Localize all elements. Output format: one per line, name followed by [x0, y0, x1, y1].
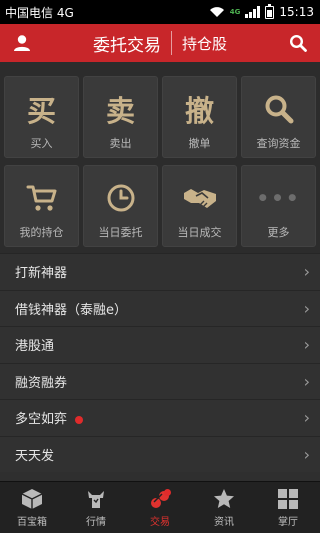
network-type-label: 4G: [229, 8, 241, 16]
cancel-order-tile[interactable]: 撤 撤单: [162, 76, 237, 158]
tab-holdings[interactable]: 持仓股: [172, 33, 227, 54]
box-icon: [21, 488, 43, 509]
chevron-right-icon: ›: [303, 298, 310, 318]
list-item-ipo-tool[interactable]: 打新神器 ›: [0, 253, 320, 290]
wifi-icon: [209, 7, 224, 17]
more-label: 更多: [267, 226, 290, 239]
search-icon: [289, 34, 307, 52]
list-item-margin-trading[interactable]: 融资融券 ›: [0, 362, 320, 400]
today-deals-label: 当日成交: [177, 226, 222, 239]
new-dot-badge: [75, 415, 84, 424]
bull-icon: [88, 490, 104, 508]
user-button[interactable]: [0, 24, 44, 62]
battery-icon: [265, 3, 275, 19]
status-bar: 中国电信 4G 4G 15:13: [0, 0, 320, 24]
today-deals-tile[interactable]: 当日成交: [162, 165, 237, 247]
tab-hall[interactable]: 掌厅: [256, 482, 320, 533]
today-orders-tile[interactable]: 当日委托: [83, 165, 158, 247]
my-holdings-tile[interactable]: 我的持仓: [4, 165, 79, 247]
tab-toolbox[interactable]: 百宝箱: [0, 482, 64, 533]
buy-tile[interactable]: 买 买入: [4, 76, 79, 158]
buy-icon: 买: [26, 94, 56, 128]
more-tile[interactable]: ••• 更多: [241, 165, 316, 247]
my-holdings-label: 我的持仓: [19, 226, 64, 239]
list-item-borrow-tool[interactable]: 借钱神器（泰融e） ›: [0, 289, 320, 327]
user-icon: [14, 35, 30, 51]
signal-icon: [245, 6, 261, 18]
cancel-order-icon: 撤: [184, 94, 214, 128]
feature-list: 打新神器 › 借钱神器（泰融e） › 港股通 › 融资融券 › 多空如弈 › 天…: [0, 253, 320, 472]
sell-label: 卖出: [109, 137, 132, 150]
chevron-right-icon: ›: [303, 371, 310, 391]
search-button[interactable]: [276, 24, 320, 62]
today-orders-label: 当日委托: [98, 226, 143, 239]
tab-trade[interactable]: 交易: [128, 482, 192, 533]
query-funds-tile[interactable]: 查询资金: [241, 76, 316, 158]
clock-icon: [107, 184, 134, 212]
star-icon: [214, 488, 234, 508]
tab-news[interactable]: 资讯: [192, 482, 256, 533]
more-dots-icon: •••: [256, 186, 301, 210]
tab-entrust-trade[interactable]: 委托交易: [93, 31, 171, 56]
buy-label: 买入: [30, 137, 53, 150]
list-item-tiantianfa[interactable]: 天天发 ›: [0, 435, 320, 473]
list-item-long-short[interactable]: 多空如弈 ›: [0, 399, 320, 436]
function-grid: 买 买入 卖 卖出 撤 撤单 查询资金 我的持仓 当日委托 当日成交 ••• 更…: [0, 62, 320, 253]
carrier-label: 中国电信 4G: [5, 5, 74, 20]
cart-icon: [26, 185, 56, 211]
tab-market[interactable]: 行情: [64, 482, 128, 533]
magnifier-icon: [265, 95, 293, 124]
cancel-order-label: 撤单: [188, 137, 211, 150]
sell-icon: 卖: [105, 94, 135, 128]
app-bar: 委托交易 持仓股: [0, 24, 320, 62]
bottom-tab-bar: 百宝箱 行情 交易 资讯 掌厅: [0, 481, 320, 533]
unread-badge: [164, 489, 171, 496]
clock: 15:13: [279, 5, 314, 19]
chevron-right-icon: ›: [303, 335, 310, 355]
chevron-right-icon: ›: [303, 262, 310, 282]
chevron-right-icon: ›: [303, 408, 310, 428]
grid-icon: [278, 488, 298, 509]
sell-tile[interactable]: 卖 卖出: [83, 76, 158, 158]
handshake-icon: [183, 189, 216, 208]
query-funds-label: 查询资金: [256, 137, 301, 150]
list-item-hk-connect[interactable]: 港股通 ›: [0, 326, 320, 363]
chevron-right-icon: ›: [303, 444, 310, 464]
